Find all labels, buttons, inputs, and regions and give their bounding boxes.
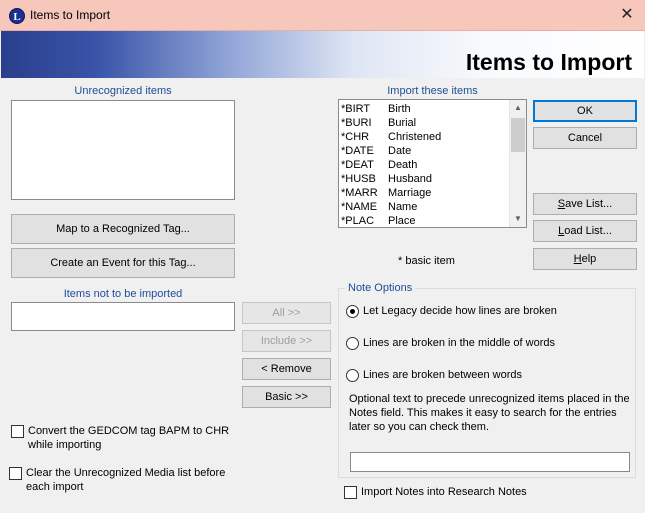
radio-between-words[interactable]: Lines are broken between words (346, 367, 522, 383)
note-options-description: Optional text to precede unrecognized it… (349, 393, 630, 433)
title-bar: L Items to Import ✕ (0, 0, 645, 31)
convert-bapm-checkbox[interactable]: Convert the GEDCOM tag BAPM to CHR while… (11, 424, 231, 452)
list-item[interactable]: *BURI Burial (341, 116, 509, 130)
basic-button[interactable]: Basic >> (242, 386, 331, 408)
map-recognized-tag-button[interactable]: Map to a Recognized Tag... (11, 214, 235, 244)
load-list-button[interactable]: Load List... (533, 220, 637, 242)
unrecognized-items-list[interactable] (11, 100, 235, 200)
note-options-title: Note Options (345, 282, 416, 294)
import-items-label: Import these items (387, 85, 478, 97)
remove-button[interactable]: < Remove (242, 358, 331, 380)
all-button[interactable]: All >> (242, 302, 331, 324)
radio-empty-icon (346, 336, 359, 350)
save-list-button[interactable]: Save List... (533, 193, 637, 215)
list-item[interactable]: *DEAT Death (341, 158, 509, 172)
not-imported-list[interactable] (11, 302, 235, 331)
list-item[interactable]: *DATE Date (341, 144, 509, 158)
not-imported-label: Items not to be imported (63, 288, 183, 300)
notes-prefix-input[interactable] (350, 452, 630, 472)
scroll-down-icon[interactable]: ▼ (510, 211, 526, 226)
cancel-button[interactable]: Cancel (533, 127, 637, 149)
radio-legacy-decide[interactable]: Let Legacy decide how lines are broken (346, 303, 557, 319)
clear-media-checkbox[interactable]: Clear the Unrecognized Media list before… (9, 466, 235, 494)
list-item[interactable]: *HUSB Husband (341, 172, 509, 186)
import-notes-checkbox[interactable]: Import Notes into Research Notes (344, 485, 604, 499)
radio-selected-icon (346, 304, 359, 318)
legacy-logo-icon: L (9, 8, 25, 24)
list-item[interactable]: *MARR Marriage (341, 186, 509, 200)
checkbox-icon (344, 486, 357, 499)
import-items-list[interactable]: *BIRT Birth *BURI Burial *CHR Christened *D… (338, 99, 527, 228)
window-title: Items to Import (30, 8, 111, 22)
header-banner: Items to Import (1, 31, 644, 78)
radio-middle-of-words[interactable]: Lines are broken in the middle of words (346, 335, 555, 351)
help-button[interactable]: Help (533, 248, 637, 270)
list-item[interactable]: *NAME Name (341, 200, 509, 214)
basic-item-footnote: * basic item (398, 255, 455, 267)
banner-title: Items to Import (465, 49, 632, 75)
create-event-button[interactable]: Create an Event for this Tag... (11, 248, 235, 278)
scroll-up-icon[interactable]: ▲ (510, 100, 526, 115)
list-item[interactable]: *BIRT Birth (341, 102, 509, 116)
checkbox-icon (9, 467, 22, 480)
unrecognized-items-label: Unrecognized items (74, 85, 172, 97)
list-item[interactable]: *CHR Christened (341, 130, 509, 144)
include-button[interactable]: Include >> (242, 330, 331, 352)
ok-button[interactable]: OK (533, 100, 637, 122)
list-item[interactable]: *PLAC Place (341, 214, 509, 227)
checkbox-icon (11, 425, 24, 438)
scroll-thumb[interactable] (511, 118, 525, 152)
close-icon[interactable]: ✕ (615, 4, 639, 26)
import-list-scrollbar[interactable]: ▲ ▼ (509, 100, 526, 227)
radio-empty-icon (346, 368, 359, 382)
